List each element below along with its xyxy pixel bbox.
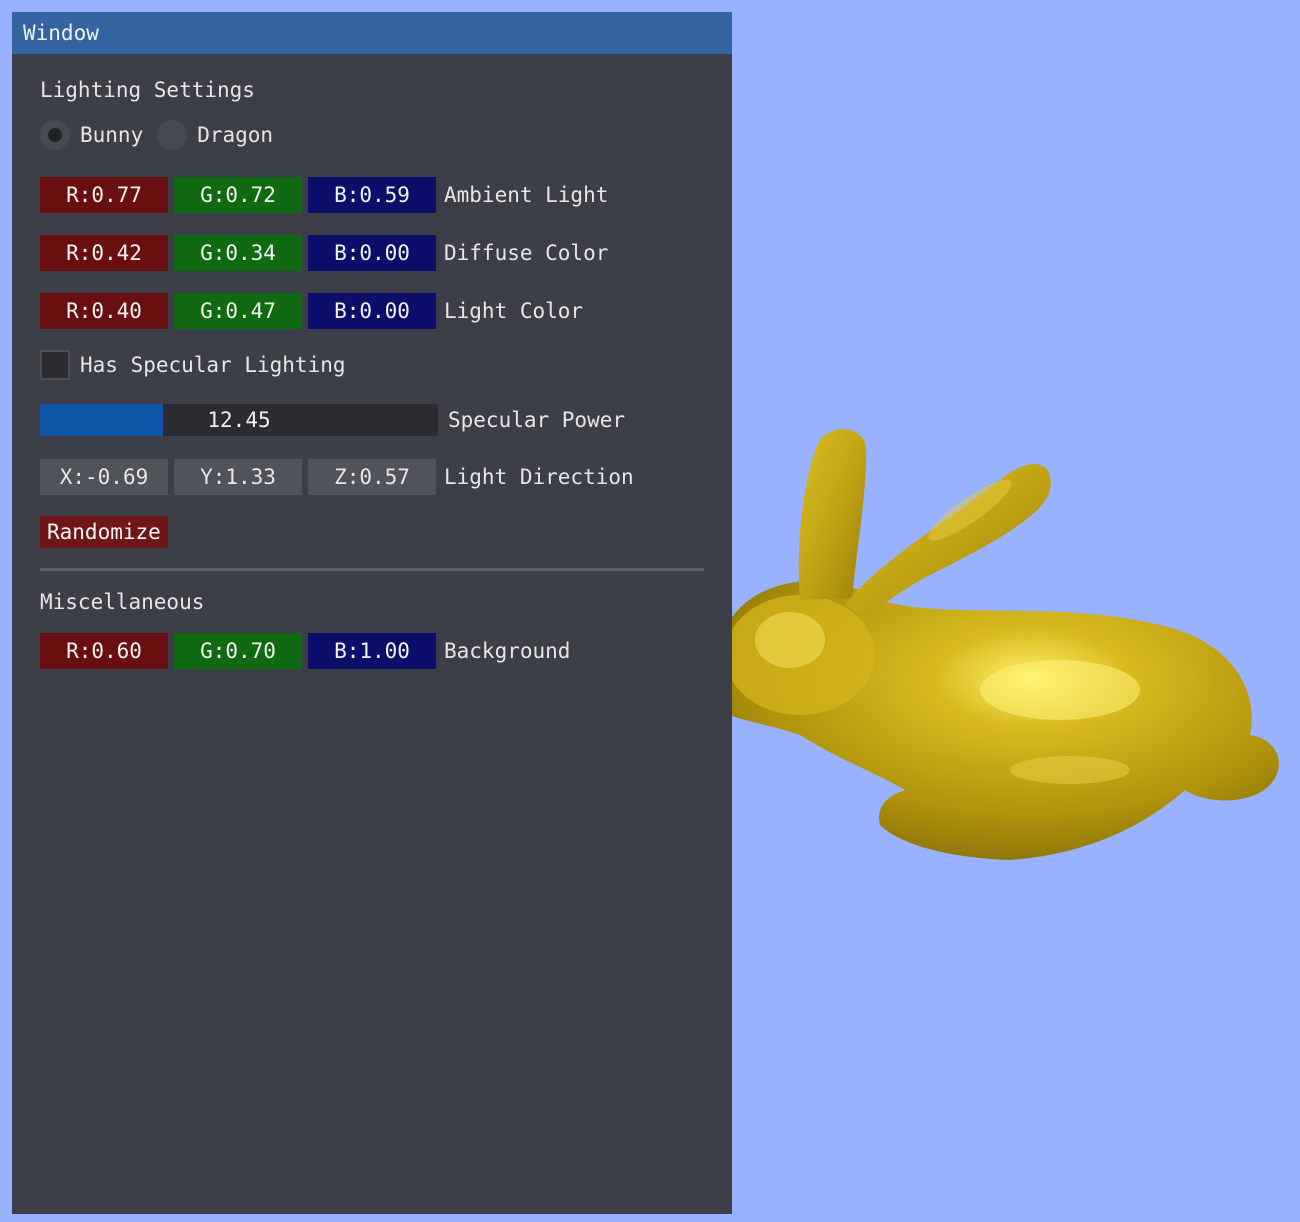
light-color-label: Light Color [444, 299, 584, 323]
ambient-light-label: Ambient Light [444, 183, 609, 207]
light-direction-y-field[interactable]: Y:1.33 [174, 459, 302, 495]
radio-dragon-label[interactable]: Dragon [197, 123, 273, 147]
settings-window[interactable]: Window Lighting Settings Bunny Dragon R:… [12, 12, 732, 1214]
specular-checkbox[interactable] [40, 350, 70, 380]
diffuse-b-field[interactable]: B:0.00 [308, 235, 436, 271]
slider-value: 12.45 [207, 408, 271, 432]
background-g-field[interactable]: G:0.70 [174, 633, 302, 669]
radio-selected-dot [48, 128, 62, 142]
window-title: Window [23, 21, 99, 45]
ambient-g-field[interactable]: G:0.72 [174, 177, 302, 213]
specular-power-row: 12.45 Specular Power [40, 404, 625, 436]
specular-power-label: Specular Power [448, 408, 626, 432]
radio-bunny-label[interactable]: Bunny [80, 123, 143, 147]
diffuse-color-row: R:0.42 G:0.34 B:0.00 Diffuse Color [40, 235, 608, 271]
light-direction-row: X:-0.69 Y:1.33 Z:0.57 Light Direction [40, 459, 634, 495]
diffuse-color-label: Diffuse Color [444, 241, 609, 265]
light-direction-z-field[interactable]: Z:0.57 [308, 459, 436, 495]
specular-power-slider[interactable]: 12.45 [40, 404, 438, 436]
ambient-r-field[interactable]: R:0.77 [40, 177, 168, 213]
background-r-field[interactable]: R:0.60 [40, 633, 168, 669]
ambient-b-field[interactable]: B:0.59 [308, 177, 436, 213]
light-color-r-field[interactable]: R:0.40 [40, 293, 168, 329]
lighting-section-title: Lighting Settings [40, 78, 255, 102]
specular-checkbox-row: Has Specular Lighting [40, 350, 346, 380]
randomize-button[interactable]: Randomize [40, 516, 168, 548]
light-color-b-field[interactable]: B:0.00 [308, 293, 436, 329]
radio-dragon[interactable] [157, 120, 188, 150]
light-color-row: R:0.40 G:0.47 B:0.00 Light Color [40, 293, 583, 329]
model-radio-group: Bunny Dragon [40, 120, 287, 150]
misc-section-title: Miscellaneous [40, 590, 205, 614]
specular-checkbox-label[interactable]: Has Specular Lighting [80, 353, 346, 377]
light-direction-x-field[interactable]: X:-0.69 [40, 459, 168, 495]
background-b-field[interactable]: B:1.00 [308, 633, 436, 669]
diffuse-r-field[interactable]: R:0.42 [40, 235, 168, 271]
light-color-g-field[interactable]: G:0.47 [174, 293, 302, 329]
light-direction-label: Light Direction [444, 465, 634, 489]
ambient-light-row: R:0.77 G:0.72 B:0.59 Ambient Light [40, 177, 608, 213]
section-separator [40, 568, 704, 571]
diffuse-g-field[interactable]: G:0.34 [174, 235, 302, 271]
window-titlebar[interactable]: Window [12, 12, 732, 54]
radio-bunny[interactable] [40, 120, 70, 150]
background-color-row: R:0.60 G:0.70 B:1.00 Background [40, 633, 570, 669]
background-label: Background [444, 639, 571, 663]
